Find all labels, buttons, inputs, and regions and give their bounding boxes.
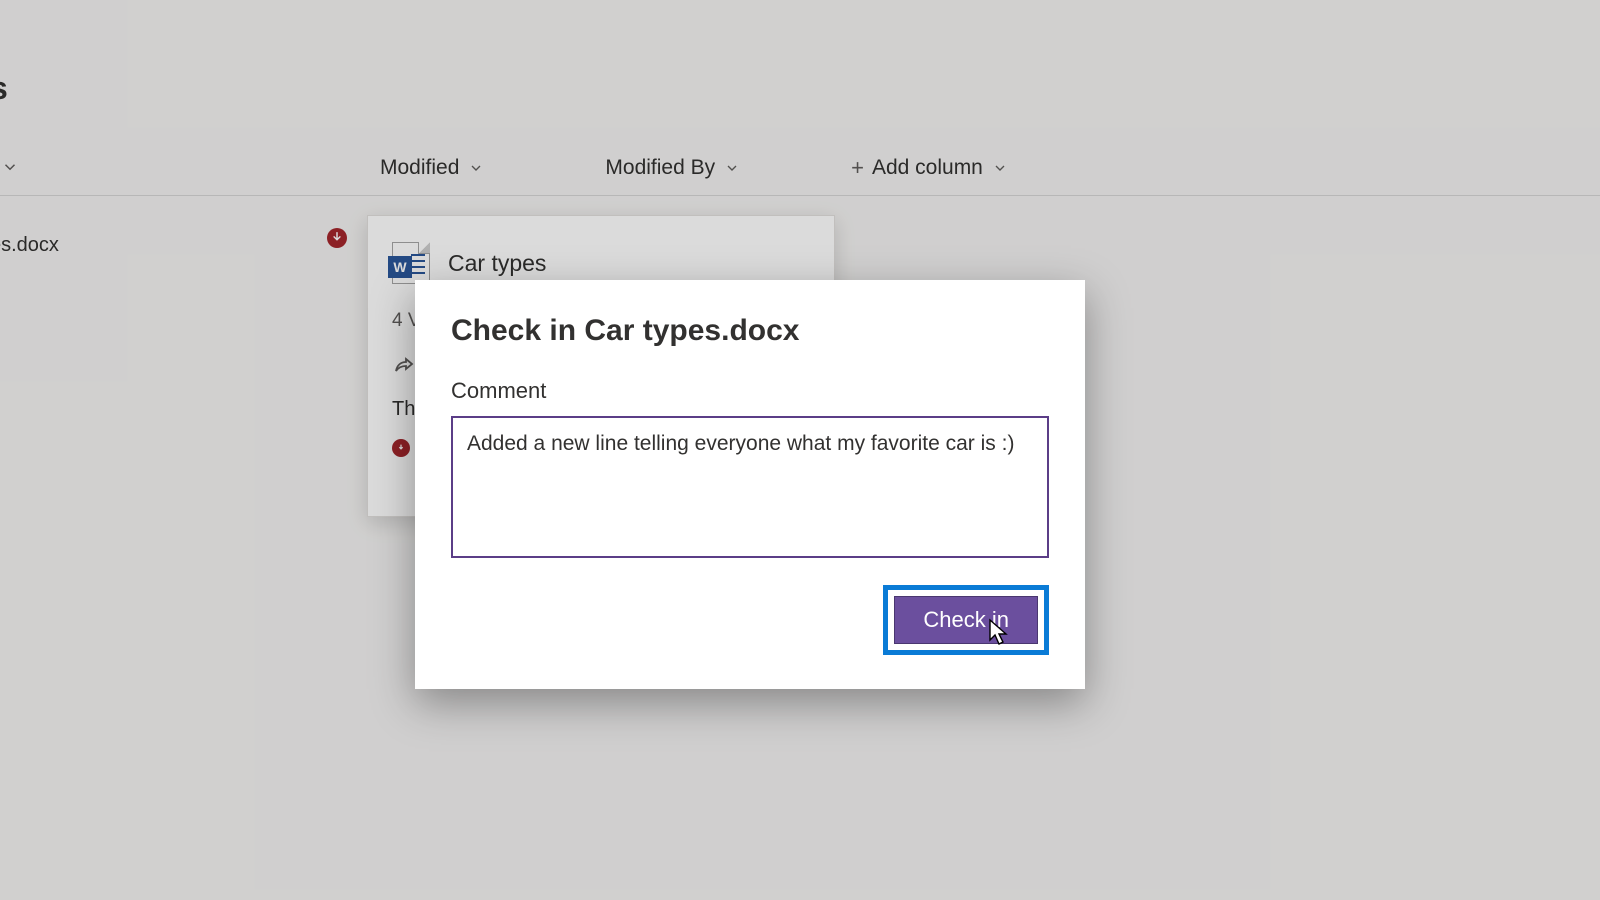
dialog-title: Check in Car types.docx xyxy=(451,314,1049,348)
mouse-cursor-icon xyxy=(986,618,1012,648)
check-in-button-highlight: Check in xyxy=(883,585,1049,655)
comment-label: Comment xyxy=(451,378,1049,404)
check-in-dialog: Check in Car types.docx Comment Check in xyxy=(415,280,1085,689)
check-in-button[interactable]: Check in xyxy=(894,596,1038,644)
comment-textarea[interactable] xyxy=(451,416,1049,558)
